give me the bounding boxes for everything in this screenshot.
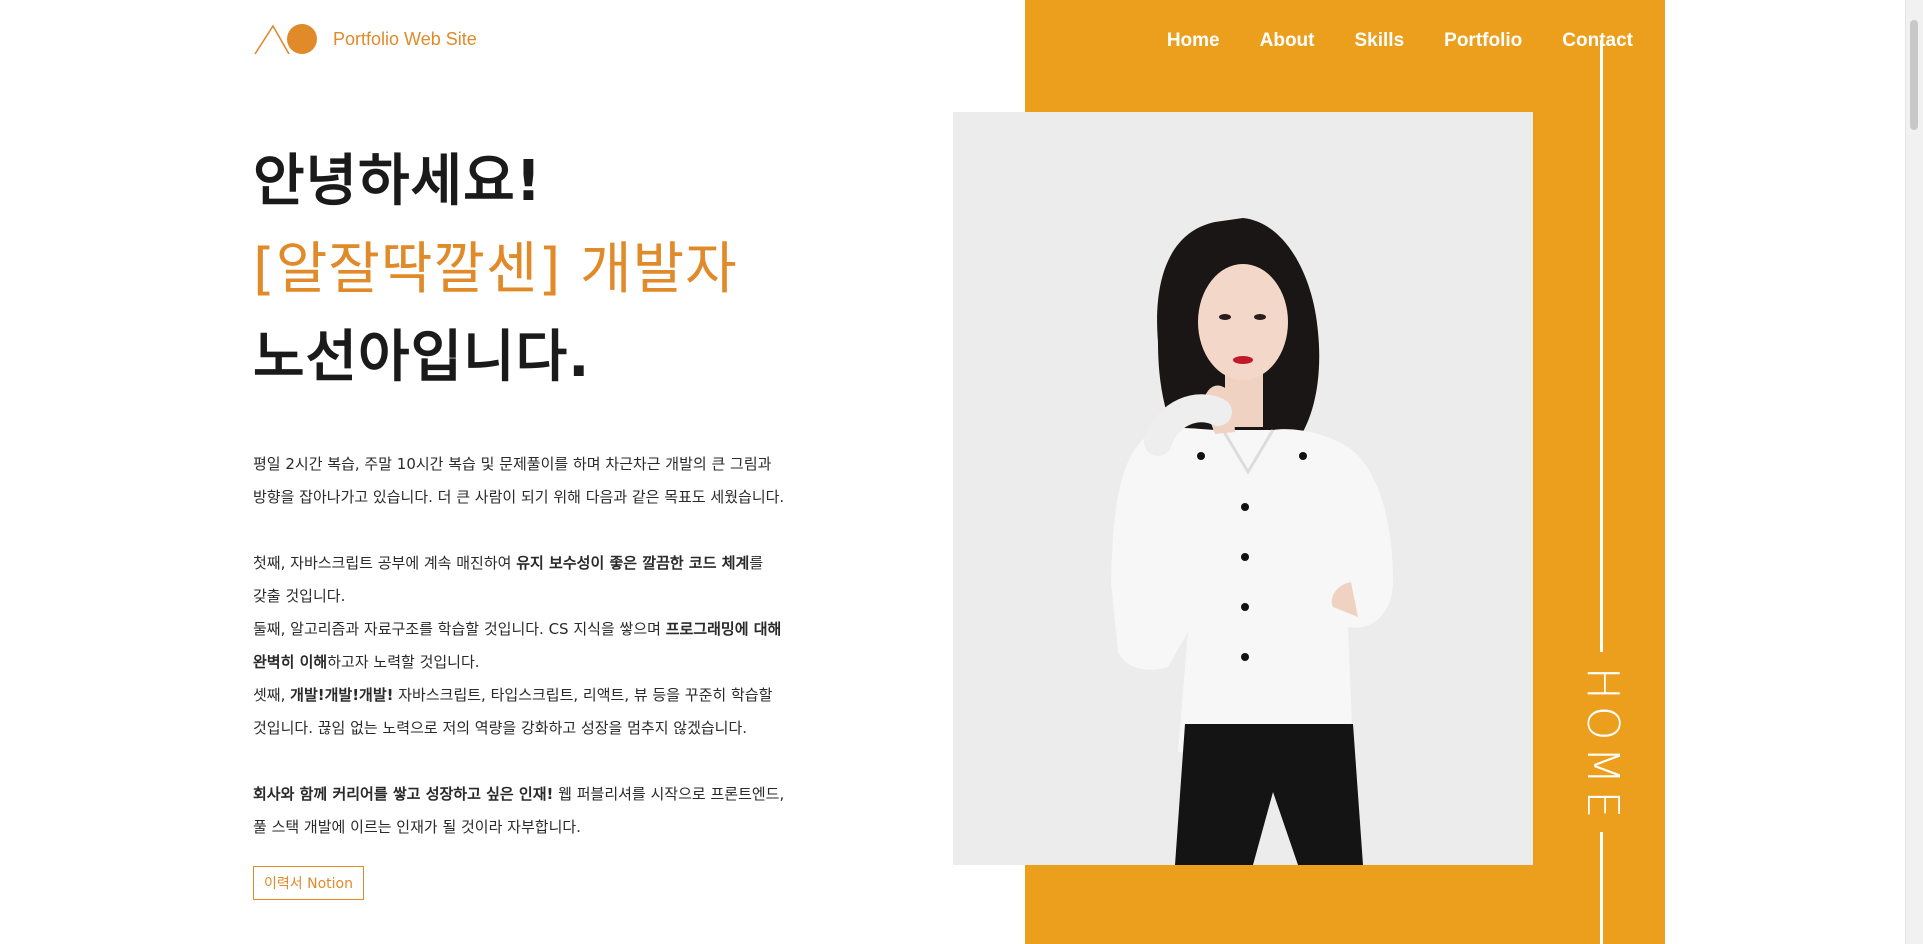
goal-third: 셋째, 개발!개발!개발! 자바스크립트, 타입스크립트, 리액트, 뷰 등을 … [253, 679, 893, 712]
profile-photo [953, 112, 1533, 865]
goal-second-cont: 완벽히 이해하고자 노력할 것입니다. [253, 646, 893, 679]
goal-label: 둘째 [253, 613, 281, 646]
goal-text: 하고자 노력할 것입니다. [327, 653, 480, 671]
goal-first-cont: 갖출 것입니다. [253, 587, 346, 605]
nav-skills[interactable]: Skills [1355, 30, 1405, 52]
goal-emphasis: 개발!개발!개발! [290, 686, 394, 704]
closing-statement: 회사와 함께 커리어를 쌓고 성장하고 싶은 인재! 웹 퍼블리셔를 시작으로 … [253, 778, 893, 811]
intro-line: 평일 2시간 복습, 주말 10시간 복습 및 문제풀이를 하며 차근차근 개발… [253, 455, 772, 473]
closing-highlight: 회사와 함께 커리어를 쌓고 성장하고 싶은 인재! [253, 778, 554, 811]
goal-label: 첫째 [253, 547, 281, 580]
hero-name-line: 노선아입니다. [253, 314, 738, 402]
mountain-sun-icon [254, 24, 317, 55]
nav-contact[interactable]: Contact [1562, 30, 1633, 52]
hero-name: 노선아 [253, 314, 411, 402]
resume-notion-button[interactable]: 이력서 Notion [253, 866, 364, 900]
goal-first: 첫째, 자바스크립트 공부에 계속 매진하여 유지 보수성이 좋은 깔끔한 코드… [253, 547, 893, 580]
section-label: HOME [1577, 666, 1629, 824]
goal-text: 자바스크립트, 타입스크립트, 리액트, 뷰 등을 꾸준히 학습할 [393, 686, 773, 704]
panel-divider-bottom [1600, 832, 1603, 944]
hero-name-suffix: 입니다. [410, 325, 591, 390]
goal-third-cont: 것입니다. 끊임 없는 노력으로 저의 역량을 강화하고 성장을 멈추지 않겠습… [253, 719, 748, 737]
logo-text: Portfolio Web Site [333, 28, 477, 49]
goal-emphasis: 프로그래밍에 대해 [665, 620, 782, 638]
page-scrollbar[interactable] [1905, 0, 1923, 944]
hero-title: [알잘딱깔센] 개발자 [253, 237, 738, 302]
goal-text: , 알고리즘과 자료구조를 학습할 것입니다. CS 지식을 쌓으며 [280, 620, 666, 638]
main-nav: Home About Skills Portfolio Contact [1167, 30, 1633, 52]
intro-line: 방향을 잡아나가고 있습니다. 더 큰 사람이 되기 위해 다음과 같은 목표도… [253, 488, 785, 506]
closing-text: 웹 퍼블리셔를 시작으로 프론트엔드, [553, 785, 785, 803]
site-logo[interactable]: Portfolio Web Site [253, 22, 477, 56]
nav-about[interactable]: About [1260, 30, 1315, 52]
profile-photo-illustration [953, 112, 1533, 865]
goal-label: 셋째 [253, 679, 281, 712]
scrollbar-thumb[interactable] [1910, 20, 1918, 130]
goal-emphasis: 유지 보수성이 좋은 깔끔한 코드 체계 [516, 554, 750, 572]
panel-divider-top [1600, 40, 1603, 652]
goal-text: 를 [749, 554, 764, 572]
goal-emphasis: 완벽히 이해 [253, 653, 328, 671]
hero-heading: 안녕하세요! [알잘딱깔센] 개발자 노선아입니다. [253, 138, 738, 402]
nav-portfolio[interactable]: Portfolio [1444, 30, 1522, 52]
goal-text: , 자바스크립트 공부에 계속 매진하여 [280, 554, 517, 572]
hero-greeting: 안녕하세요! [253, 149, 543, 214]
nav-home[interactable]: Home [1167, 30, 1220, 52]
closing-statement-cont: 풀 스택 개발에 이르는 인재가 될 것이라 자부합니다. [253, 818, 581, 836]
intro-text: 평일 2시간 복습, 주말 10시간 복습 및 문제풀이를 하며 차근차근 개발… [253, 448, 893, 844]
goal-second: 둘째, 알고리즘과 자료구조를 학습할 것입니다. CS 지식을 쌓으며 프로그… [253, 613, 893, 646]
goal-text: , [280, 686, 291, 704]
